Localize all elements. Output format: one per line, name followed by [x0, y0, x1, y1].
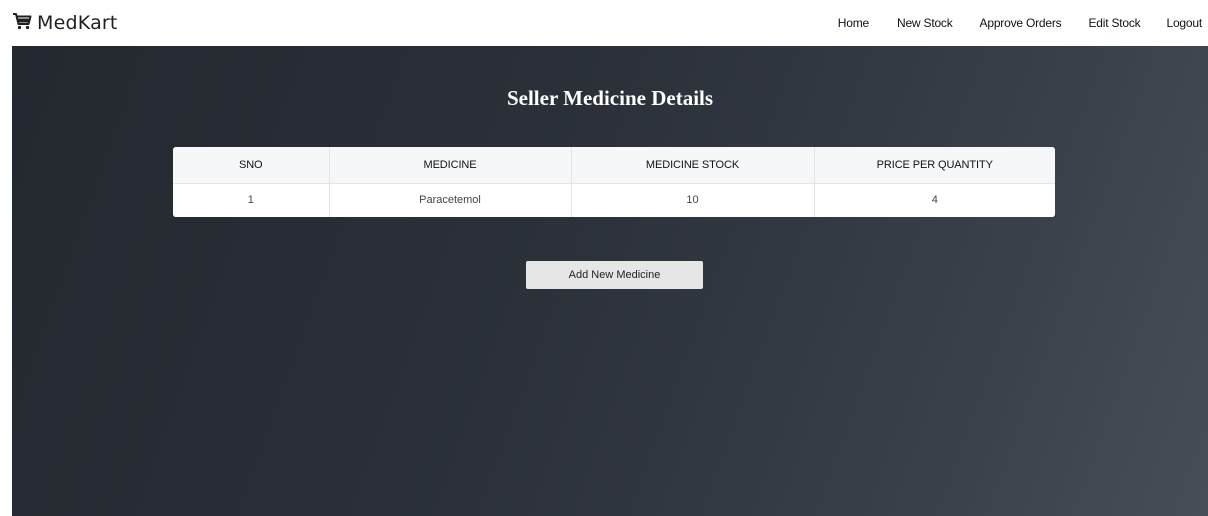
main-content: Seller Medicine Details SNO MEDICINE MED… — [12, 46, 1208, 516]
page-title: Seller Medicine Details — [506, 86, 714, 110]
header-sno: SNO — [173, 147, 330, 184]
brand-logo[interactable]: MedKart — [12, 10, 118, 36]
nav-edit-stock-link[interactable]: Edit Stock — [1088, 16, 1140, 30]
cell-medicine-stock: 10 — [571, 183, 815, 217]
nav-logout-link[interactable]: Logout — [1166, 16, 1202, 30]
medicine-table: SNO MEDICINE MEDICINE STOCK PRICE PER QU… — [173, 147, 1055, 217]
nav-approve-orders-link[interactable]: Approve Orders — [980, 16, 1062, 30]
cell-medicine: Paracetemol — [329, 183, 572, 217]
cart-icon — [12, 12, 37, 35]
header-price-per-quantity: PRICE PER QUANTITY — [814, 147, 1055, 184]
header-medicine-stock: MEDICINE STOCK — [571, 147, 815, 184]
cell-sno: 1 — [173, 183, 330, 217]
nav-links: Home New Stock Approve Orders Edit Stock… — [838, 0, 1202, 46]
cell-price-per-quantity: 4 — [814, 183, 1055, 217]
header-medicine: MEDICINE — [329, 147, 572, 184]
nav-new-stock-link[interactable]: New Stock — [897, 16, 953, 30]
table-row: 1 Paracetemol 10 4 — [173, 183, 1055, 217]
medicine-table-card: SNO MEDICINE MEDICINE STOCK PRICE PER QU… — [173, 147, 1055, 217]
nav-home-link[interactable]: Home — [838, 16, 869, 30]
navbar: MedKart Home New Stock Approve Orders Ed… — [0, 0, 1208, 46]
brand-name: MedKart — [37, 12, 118, 34]
table-header-row: SNO MEDICINE MEDICINE STOCK PRICE PER QU… — [173, 147, 1055, 184]
add-new-medicine-button[interactable]: Add New Medicine — [526, 261, 703, 289]
